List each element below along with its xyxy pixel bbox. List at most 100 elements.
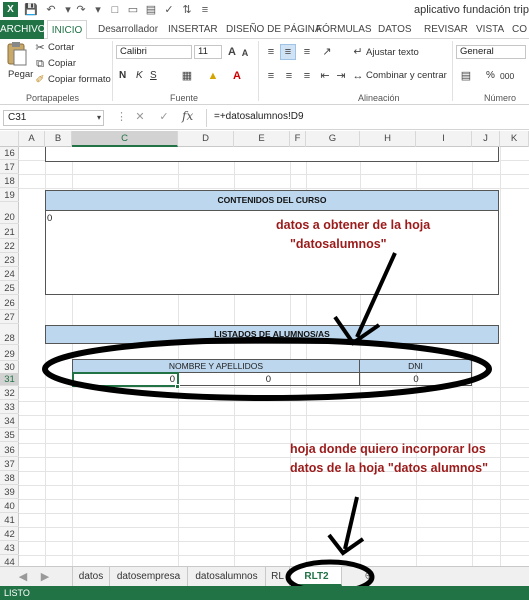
copy-button[interactable]: Copiar [48,58,76,69]
tab-vista[interactable]: VISTA [476,20,504,39]
wrap-text-icon[interactable]: ↵ [352,45,364,59]
excel-logo-icon[interactable]: X [3,2,18,17]
cut-icon[interactable]: ✂ [34,41,46,55]
redo-icon[interactable]: ↷ [74,3,88,17]
decrease-indent-icon[interactable]: ⇤ [318,69,332,83]
undo-icon[interactable]: ↶ [44,3,58,17]
print-preview-icon[interactable]: ▤ [144,3,158,17]
align-top-icon[interactable]: ≡ [264,45,278,59]
name-box[interactable]: C31 [3,110,104,126]
paste-button-label[interactable]: Pegar [8,69,33,80]
font-name-select[interactable]: Calibri [116,45,192,59]
tab-diseno-pagina[interactable]: DISEÑO DE PÁGINA [226,20,322,39]
italic-button[interactable]: K [136,70,143,81]
decrease-font-icon[interactable]: A [240,46,250,60]
bold-button[interactable]: N [119,70,126,81]
tab-revisar[interactable]: REVISAR [424,20,468,39]
font-size-select[interactable]: 11 [194,45,222,59]
thousands-button[interactable]: 000 [500,71,514,81]
row-header[interactable]: 22 [0,240,19,253]
borders-icon[interactable]: ▦ [180,69,194,83]
align-left-icon[interactable]: ≡ [264,69,278,83]
merge-center-icon[interactable]: ↔ [352,69,364,83]
tab-insertar[interactable]: INSERTAR [168,20,218,39]
new-file-icon[interactable]: □ [108,3,122,17]
row-header[interactable]: 28 [0,332,19,345]
fill-color-icon[interactable]: ▲ [206,69,220,83]
row-header[interactable]: 24 [0,268,19,281]
percent-button[interactable]: % [486,70,495,81]
tab-co[interactable]: CO [512,20,527,39]
tab-archivo[interactable]: ARCHIVO [0,20,46,39]
increase-indent-icon[interactable]: ⇥ [334,69,348,83]
number-format-select[interactable]: General [456,45,526,59]
column-header[interactable]: G [306,131,360,147]
currency-icon[interactable]: ▤ [458,69,474,83]
row-header[interactable]: 17 [0,161,19,174]
open-folder-icon[interactable]: ▭ [126,3,140,17]
align-right-icon[interactable]: ≡ [300,69,314,83]
row-header[interactable]: 40 [0,500,19,513]
paste-icon[interactable] [6,41,28,67]
column-header[interactable]: F [290,131,306,147]
name-box-dropdown-icon[interactable]: ▾ [95,111,103,125]
wrap-text-button[interactable]: Ajustar texto [366,47,419,58]
orientation-icon[interactable]: ↗ [320,45,334,59]
row-header[interactable]: 33 [0,401,19,414]
row-header[interactable]: 34 [0,415,19,428]
align-middle-icon[interactable]: ≡ [280,44,296,60]
enter-icon[interactable]: ✓ [158,110,170,124]
row-header[interactable]: 26 [0,297,19,310]
merge-center-button[interactable]: Combinar y centrar [366,70,447,81]
tab-desarrollador[interactable]: Desarrollador [98,20,158,39]
align-bottom-icon[interactable]: ≡ [300,45,314,59]
insert-function-icon[interactable]: fx [182,109,193,123]
row-header[interactable]: 19 [0,189,19,202]
formula-input[interactable]: =+datosalumnos!D9 [210,110,526,126]
column-header[interactable]: K [500,131,529,147]
tab-inicio[interactable]: INICIO [47,20,87,40]
underline-button[interactable]: S [150,70,157,81]
cancel-icon[interactable]: ✕ [134,110,146,124]
customize-toolbar-icon[interactable]: ≡ [198,3,212,17]
tab-formulas[interactable]: FÓRMULAS [316,20,372,39]
spelling-icon[interactable]: ✓ [162,3,176,17]
row-header[interactable]: 25 [0,282,19,295]
save-icon[interactable]: 💾 [24,3,38,17]
row-header[interactable]: 39 [0,486,19,499]
align-center-icon[interactable]: ≡ [282,69,296,83]
copy-icon[interactable]: ⧉ [34,57,46,71]
row-header[interactable]: 29 [0,348,19,361]
sort-icon[interactable]: ⇅ [180,3,194,17]
row-header[interactable]: 20 [0,211,19,224]
column-header[interactable]: H [360,131,416,147]
sheet-grid[interactable]: CONTENIDOS DEL CURSO 0 LISTADOS DE ALUMN… [19,147,529,566]
row-header[interactable]: 36 [0,444,19,457]
row-header[interactable]: 41 [0,514,19,527]
column-header[interactable]: J [472,131,500,147]
row-header[interactable]: 18 [0,175,19,188]
column-header[interactable]: B [45,131,72,147]
select-all-corner[interactable] [0,131,19,147]
undo-dropdown-icon[interactable]: ▾ [61,3,75,17]
row-header[interactable]: 16 [0,147,19,160]
column-header[interactable]: A [19,131,45,147]
row-header[interactable]: 31 [0,373,19,386]
format-painter-button[interactable]: Copiar formato [48,74,111,85]
increase-font-icon[interactable]: A [226,45,238,59]
format-painter-icon[interactable]: ✐ [34,73,46,87]
redo-dropdown-icon[interactable]: ▾ [91,3,105,17]
column-header[interactable]: I [416,131,472,147]
row-header[interactable]: 21 [0,226,19,239]
cut-button[interactable]: Cortar [48,42,74,53]
row-header[interactable]: 38 [0,472,19,485]
column-header[interactable]: D [178,131,234,147]
column-header[interactable]: E [234,131,290,147]
row-header[interactable]: 32 [0,387,19,400]
tab-datos[interactable]: DATOS [378,20,412,39]
row-header[interactable]: 23 [0,254,19,267]
row-header[interactable]: 37 [0,458,19,471]
font-color-icon[interactable]: A [230,69,244,83]
row-header[interactable]: 27 [0,311,19,324]
column-header[interactable]: C [72,131,178,147]
